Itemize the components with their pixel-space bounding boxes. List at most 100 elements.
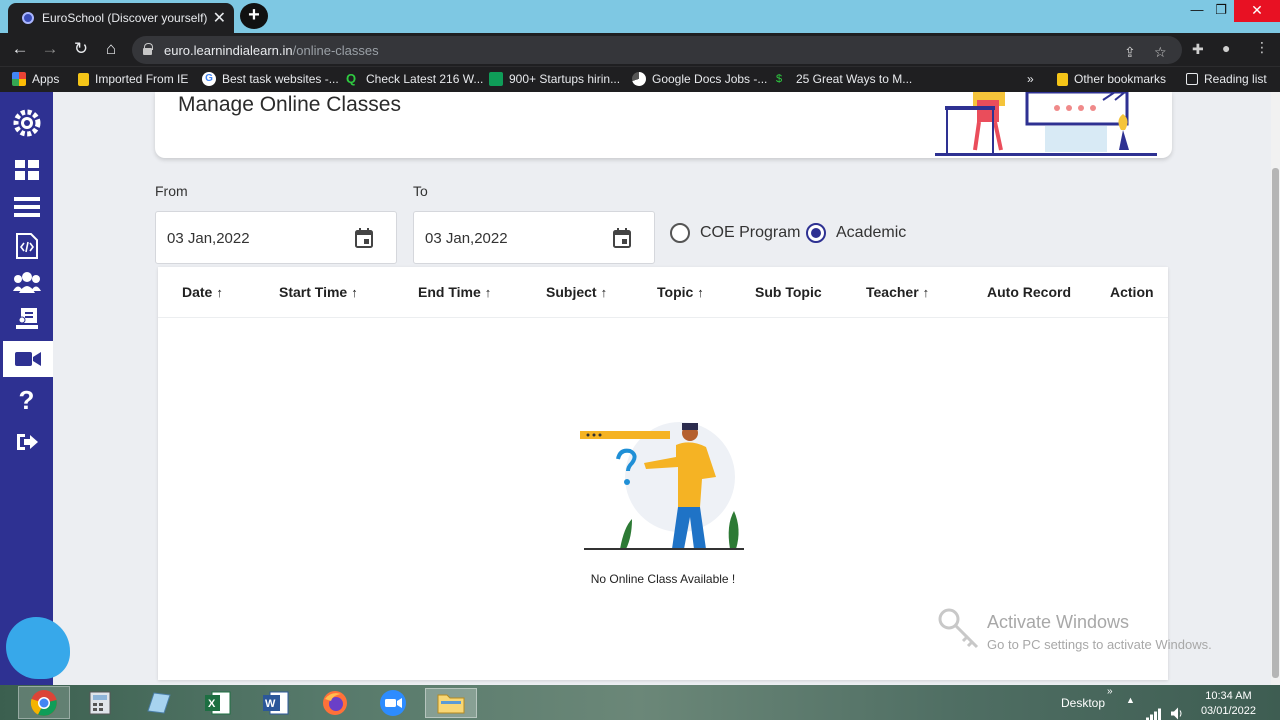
browser-tab[interactable]: EuroSchool (Discover yourself) ✕ (8, 3, 234, 33)
bookmarks-overflow-button[interactable]: » (1027, 72, 1034, 86)
sidebar-item-users[interactable] (0, 264, 53, 300)
column-header-teacher[interactable]: Teacher ↑ (866, 284, 929, 300)
bookmark-apps[interactable]: Apps (12, 72, 59, 86)
calendar-icon[interactable] (355, 228, 373, 248)
address-bar[interactable]: euro.learnindialearn.in/online-classes ⇪… (132, 36, 1182, 64)
url-host: euro.learnindialearn.in (164, 43, 293, 58)
chat-widget-blob[interactable] (6, 617, 70, 679)
taskbar-app-word[interactable]: W (260, 688, 292, 718)
sidebar-item-dashboard[interactable] (0, 152, 53, 188)
logo-gear-icon (13, 109, 40, 137)
calculator-icon (89, 691, 111, 715)
sidebar-item-list[interactable] (0, 189, 53, 225)
bookmark-best-task-websites[interactable]: G Best task websites -... (202, 72, 339, 86)
taskbar-app-file-explorer[interactable] (425, 688, 477, 718)
calendar-icon[interactable] (613, 228, 631, 248)
forward-icon[interactable]: → (39, 39, 61, 61)
bookmark-great-ways[interactable]: $ 25 Great Ways to M... (776, 72, 912, 86)
back-icon[interactable]: ← (9, 39, 31, 61)
site-favicon-icon (22, 12, 34, 24)
bookmark-label: Best task websites -... (222, 72, 339, 86)
sidebar-item-online-classes[interactable] (3, 341, 53, 377)
sidebar-logo[interactable] (0, 105, 53, 141)
column-label: Subject (546, 284, 597, 300)
column-label: Topic (657, 284, 694, 300)
tray-arrow-icon[interactable]: ▲ (1126, 695, 1135, 720)
sidebar-item-code[interactable] (0, 228, 53, 264)
sort-arrow-icon: ↑ (600, 285, 608, 300)
watermark-title: Activate Windows (987, 612, 1130, 632)
volume-icon[interactable] (1170, 696, 1184, 720)
code-file-icon (15, 233, 38, 259)
from-label: From (155, 183, 188, 199)
sheets-icon (489, 72, 503, 86)
desktop-toolbar-label[interactable]: Desktop (1061, 696, 1105, 720)
scrollbar-thumb[interactable] (1272, 168, 1279, 678)
sort-arrow-icon: ↑ (216, 285, 223, 300)
home-icon[interactable]: ⌂ (100, 39, 122, 61)
clock-date: 03/01/2022 (1200, 705, 1256, 717)
restore-button[interactable]: ❐ (1208, 0, 1234, 22)
from-date-field[interactable]: 03 Jan,2022 (155, 211, 397, 264)
radio-button-checked[interactable] (806, 223, 826, 243)
radio-academic[interactable]: Academic (806, 223, 906, 243)
table-header: Date ↑ Start Time ↑ End Time ↑ Subject ↑ Top… (158, 267, 1168, 318)
bookmark-star-icon[interactable]: ☆ (1154, 44, 1167, 61)
users-group-icon (12, 272, 41, 293)
column-label: Start Time (279, 284, 348, 300)
url-text: euro.learnindialearn.in/online-classes (164, 43, 379, 58)
taskbar-app-excel[interactable]: X (202, 688, 234, 718)
signal-icon[interactable] (1146, 697, 1162, 720)
system-clock[interactable]: 10:34 AM 03/01/2022 (1201, 689, 1256, 719)
classroom-illustration-icon (935, 92, 1157, 156)
activate-windows-watermark: Activate Windows Go to PC settings to ac… (937, 607, 1212, 656)
menu-kebab-icon[interactable]: ⋮ (1255, 39, 1269, 56)
column-header-date[interactable]: Date ↑ (182, 284, 223, 300)
radio-button[interactable] (670, 223, 690, 243)
excel-icon: X (205, 691, 231, 715)
taskbar-app-chrome[interactable] (18, 686, 70, 719)
window-close-button[interactable]: ✕ (1234, 0, 1280, 22)
bookmark-check-latest[interactable]: Q Check Latest 216 W... (346, 71, 484, 87)
taskbar-app-calculator[interactable] (84, 688, 116, 718)
reading-list[interactable]: Reading list (1186, 72, 1267, 86)
share-icon[interactable]: ⇪ (1124, 44, 1136, 61)
minimize-button[interactable]: — (1184, 0, 1210, 22)
profile-icon[interactable]: ● (1222, 40, 1230, 56)
to-date-field[interactable]: 03 Jan,2022 (413, 211, 655, 264)
taskbar-app-notes[interactable] (143, 688, 175, 718)
key-icon (938, 608, 979, 649)
sort-arrow-icon: ↑ (922, 285, 930, 300)
taskbar-app-firefox[interactable] (319, 688, 351, 718)
bookmark-label: 900+ Startups hirin... (509, 72, 621, 86)
folder-icon (437, 694, 465, 714)
q-icon: Q (346, 71, 357, 86)
bookmark-label: Apps (32, 72, 60, 86)
sidebar-item-help[interactable]: ? (0, 382, 53, 418)
column-header-subject[interactable]: Subject ↑ (546, 284, 607, 300)
reload-icon[interactable]: ↻ (70, 39, 92, 61)
radio-coe-program[interactable]: COE Program (670, 223, 800, 243)
sidebar-item-logout[interactable] (0, 424, 53, 460)
page-scrollbar[interactable] (1271, 92, 1280, 685)
zoom-icon (380, 690, 406, 716)
extensions-icon[interactable]: ✚ (1192, 41, 1204, 58)
bookmark-google-docs-jobs[interactable]: Google Docs Jobs -... (632, 72, 767, 86)
tab-close-button[interactable]: ✕ (213, 8, 226, 28)
column-header-topic[interactable]: Topic ↑ (657, 284, 704, 300)
sidebar-item-teacher[interactable] (0, 302, 53, 338)
header-card: Manage Online Classes (155, 92, 1172, 158)
bookmark-startups-hiring[interactable]: 900+ Startups hirin... (489, 72, 620, 86)
taskbar-app-zoom[interactable] (377, 688, 409, 718)
other-bookmarks[interactable]: Other bookmarks (1057, 72, 1166, 86)
toolbar-expand-icon[interactable]: » (1107, 686, 1113, 720)
bookmark-imported-from-ie[interactable]: Imported From IE (78, 72, 188, 86)
sort-arrow-icon: ↑ (484, 285, 492, 300)
firefox-icon (323, 691, 347, 715)
column-header-start-time[interactable]: Start Time ↑ (279, 284, 358, 300)
bookmark-label: Check Latest 216 W... (366, 72, 484, 86)
new-tab-button[interactable]: + (240, 3, 268, 29)
column-header-end-time[interactable]: End Time ↑ (418, 284, 491, 300)
browser-tab-bar: EuroSchool (Discover yourself) ✕ + — ❐ ✕ (0, 0, 1280, 33)
dashboard-grid-icon (14, 160, 39, 180)
